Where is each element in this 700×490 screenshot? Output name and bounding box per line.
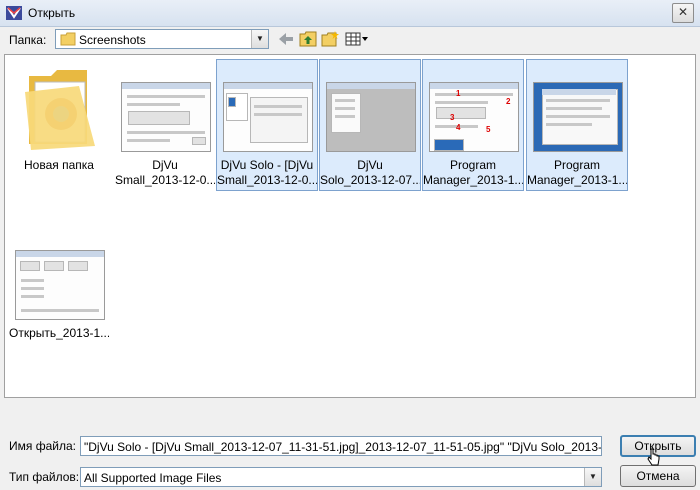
file-item-new-folder[interactable]: Новая папка	[8, 59, 110, 191]
file-label: DjVu Solo - [DjVu Small_2013-12-0...	[217, 158, 317, 187]
file-label: DjVu Small_2013-12-0...	[115, 158, 215, 187]
chevron-down-icon[interactable]: ▼	[251, 30, 268, 48]
filename-label: Имя файла:	[9, 439, 76, 453]
close-button[interactable]: ✕	[672, 3, 694, 23]
filetype-value: All Supported Image Files	[84, 471, 222, 485]
file-label: DjVu Solo_2013-12-07...	[320, 158, 420, 187]
close-icon: ✕	[677, 5, 689, 19]
folder-value: Screenshots	[79, 33, 146, 47]
folder-label: Папка:	[9, 33, 47, 47]
chevron-down-icon[interactable]: ▼	[584, 468, 601, 486]
file-item-djvu-solo-small[interactable]: DjVu Solo - [DjVu Small_2013-12-0...	[216, 59, 318, 191]
new-folder-icon[interactable]	[320, 30, 340, 48]
file-label: Program Manager_2013-1...	[527, 158, 627, 187]
folder-select[interactable]: Screenshots ▼	[55, 29, 269, 49]
file-label: Program Manager_2013-1...	[423, 158, 523, 187]
back-arrow-icon[interactable]	[276, 30, 296, 48]
file-thumbnail	[223, 82, 313, 152]
file-thumbnail	[121, 82, 211, 152]
file-thumbnail	[326, 82, 416, 152]
file-item-djvu-solo[interactable]: DjVu Solo_2013-12-07...	[319, 59, 421, 191]
folder-icon	[25, 70, 95, 150]
file-list[interactable]: Новая папка DjVu Small_2013-12-0... DjVu…	[4, 54, 696, 398]
window-title: Открыть	[28, 6, 76, 20]
file-thumbnail	[533, 82, 623, 152]
folder-up-icon[interactable]	[298, 30, 318, 48]
file-item-program-manager-1[interactable]: 1 2 3 4 5 Program Manager_2013-1...	[422, 59, 524, 191]
view-menu-icon[interactable]	[344, 30, 370, 48]
app-icon	[6, 6, 22, 20]
mouse-cursor-icon	[647, 448, 660, 466]
file-item-open-dialog[interactable]: Открыть_2013-1...	[8, 227, 110, 359]
file-thumbnail	[15, 250, 105, 320]
filetype-label: Тип файлов:	[9, 470, 80, 484]
folder-icon	[60, 32, 76, 46]
file-label: Открыть_2013-1...	[9, 326, 109, 340]
title-bar: Открыть ✕	[0, 0, 700, 27]
filename-input[interactable]: "DjVu Solo - [DjVu Small_2013-12-07_11-3…	[80, 436, 602, 456]
file-thumbnail: 1 2 3 4 5	[429, 82, 519, 152]
filetype-select[interactable]: All Supported Image Files ▼	[80, 467, 602, 487]
file-item-djvu-small[interactable]: DjVu Small_2013-12-0...	[114, 59, 216, 191]
file-item-program-manager-2[interactable]: Program Manager_2013-1...	[526, 59, 628, 191]
file-label: Новая папка	[24, 158, 94, 172]
